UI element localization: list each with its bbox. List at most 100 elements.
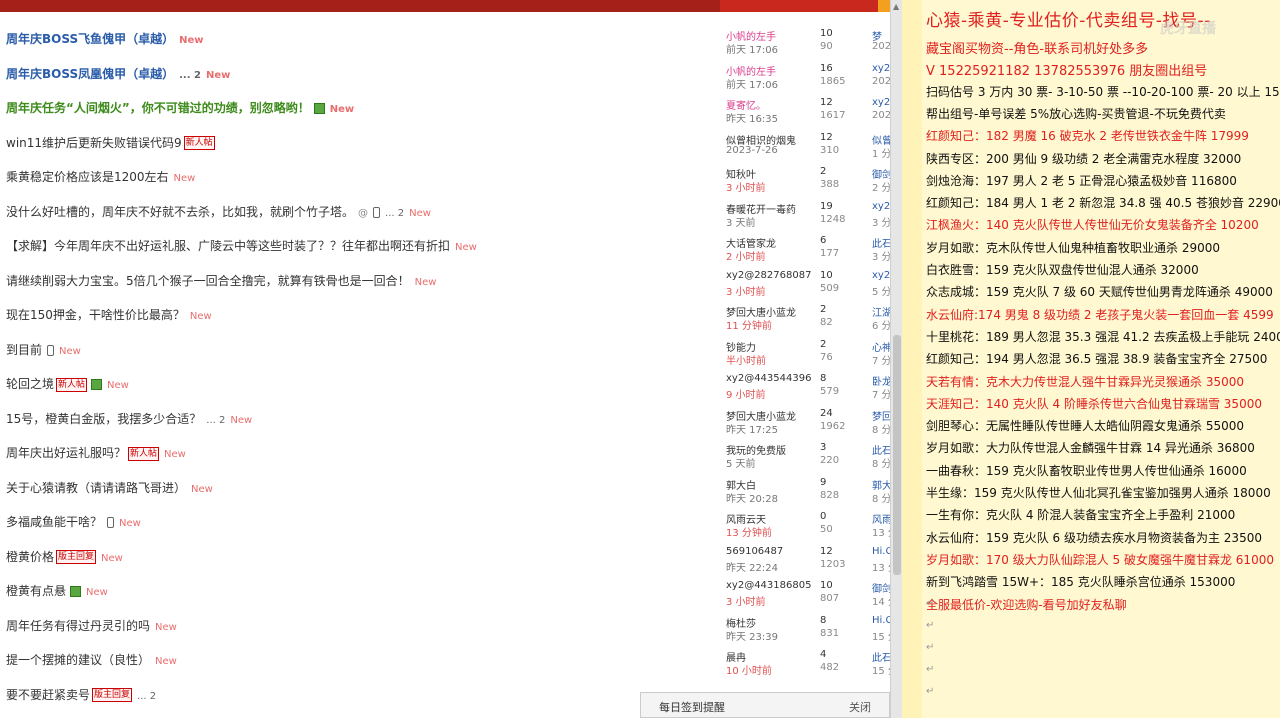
view-count: 831: [820, 627, 840, 639]
thread-title[interactable]: 现在150押金，干啥性价比最高？ New: [6, 306, 212, 323]
paragraph-mark: ↵: [926, 598, 935, 609]
thread-row[interactable]: 橙黄价格 版主回复 New 569106487 昨天 22:24 12 1203 Hi.C 13…: [0, 542, 890, 576]
thread-row[interactable]: 关于心猿请教（请请请路飞哥进） New 郭大白 昨天 20:28 9 828 郭大 8 分: [0, 473, 890, 507]
last-poster[interactable]: Hi.C: [872, 546, 890, 557]
thread-author[interactable]: 569106487: [726, 546, 814, 557]
thread-title[interactable]: 橙黄价格 版主回复 New: [6, 548, 123, 565]
last-poster[interactable]: Hi.C: [872, 615, 890, 626]
thread-pages[interactable]: ... 2: [385, 208, 404, 219]
thread-title[interactable]: 关于心猿请教（请请请路飞哥进） New: [6, 479, 213, 496]
view-count: 177: [820, 248, 840, 259]
thread-title-text[interactable]: 周年庆BOSS凤凰傀甲（卓越）: [6, 67, 174, 81]
thread-title-text[interactable]: 到目前: [6, 343, 42, 357]
thread-title-text[interactable]: 现在150押金，干啥性价比最高？: [6, 308, 185, 322]
forum-top-nav[interactable]: [0, 0, 890, 12]
thread-title[interactable]: win11维护后更新失败错误代码9 新人帖: [6, 134, 215, 151]
new-tag: New: [189, 311, 212, 322]
thread-row[interactable]: 周年庆BOSS飞鱼傀甲（卓越） New 小帆的左手 前天 17:06 10 90 梦 202: [0, 24, 890, 58]
thread-title[interactable]: 周年庆任务“人间烟火”，你不可错过的功绩，别忽略哟！ New: [6, 99, 354, 116]
thread-title-text[interactable]: 请继续削弱大力宝宝。5倍几个猴子一回合全撸完，就算有铁骨也是一回合！: [6, 274, 410, 288]
thread-row[interactable]: 轮回之境 新人帖 New xy2@443544396 9 小时前 8 579 卧龙 7 分: [0, 369, 890, 403]
thread-author[interactable]: xy2@443186805: [726, 580, 814, 591]
document-line: 岁月如歌：大力队传世混人金麟强牛甘霖 14 异光通杀 36800: [926, 441, 1255, 456]
thread-pages[interactable]: ... 2: [137, 691, 156, 702]
signin-label: 每日签到提醒: [659, 701, 725, 714]
view-count: 828: [820, 489, 840, 501]
thread-author[interactable]: xy2@443544396: [726, 373, 814, 384]
thread-title-text[interactable]: 15号，橙黄白金版，我摆多少合适？: [6, 412, 201, 426]
thread-row[interactable]: 周年庆出好运礼服吗？ 新人帖 New 我玩的免费版 5 天前 3 220 此石 8 分: [0, 438, 890, 472]
thread-title-text[interactable]: 周年庆BOSS飞鱼傀甲（卓越）: [6, 32, 174, 46]
thread-title-text[interactable]: 橙黄价格: [6, 550, 54, 564]
thread-author[interactable]: xy2@282768087: [726, 270, 814, 281]
reply-count: 12: [820, 131, 833, 143]
forum-scrollbar[interactable]: ▲: [890, 0, 902, 718]
thread-title[interactable]: 【求解】今年周年庆不出好运礼服、广陵云中等这些时装了？？往年都出啊还有折扣 New: [6, 237, 477, 254]
thread-row[interactable]: 橙黄有点悬Newxy2@4431868053 小时前10807御剑14 分: [0, 576, 890, 610]
thread-title[interactable]: 周年庆出好运礼服吗？ 新人帖 New: [6, 444, 186, 461]
thread-time: 2 小时前: [726, 252, 766, 263]
last-poster[interactable]: xy2: [872, 270, 890, 281]
thread-title-text[interactable]: 周年庆任务“人间烟火”，你不可错过的功绩，别忽略哟！: [6, 101, 310, 115]
new-tag: New: [409, 207, 431, 219]
thread-row[interactable]: 没什么好吐槽的，周年庆不好就不去杀，比如我，就刷个竹子塔。 @... 2 New 春暖…: [0, 197, 890, 231]
thread-title[interactable]: 到目前 New: [6, 341, 81, 358]
thread-row[interactable]: 现在150押金，干啥性价比最高？ New 梦回大唐小蓝龙 11 分钟前 2 82 江湖 6 分: [0, 300, 890, 334]
thread-title-text[interactable]: 没什么好吐槽的，周年庆不好就不去杀，比如我，就刷个竹子塔。: [6, 205, 354, 219]
thread-title[interactable]: 要不要赶紧卖号 版主回复 ... 2: [6, 686, 156, 703]
thread-title-text[interactable]: 多福咸鱼能干啥？: [6, 515, 102, 529]
thread-title[interactable]: 没什么好吐槽的，周年庆不好就不去杀，比如我，就刷个竹子塔。 @ ... 2 New: [6, 203, 431, 220]
reply-count: 0: [820, 511, 827, 522]
thread-title[interactable]: 请继续削弱大力宝宝。5倍几个猴子一回合全撸完，就算有铁骨也是一回合！ New: [6, 272, 436, 289]
document-line: 十里桃花：189 男人忽混 35.3 强混 41.2 去疾孟极上手能玩 2400…: [926, 329, 1280, 344]
thread-row[interactable]: 提一个摆摊的建议（良性）New晨冉10 小时前4482此石15 分: [0, 645, 890, 679]
scrollbar-thumb[interactable]: [893, 335, 901, 575]
thread-title-text[interactable]: 橙黄有点悬: [6, 584, 66, 598]
thread-row[interactable]: 请继续削弱大力宝宝。5倍几个猴子一回合全撸完，就算有铁骨也是一回合！ New xy2…: [0, 266, 890, 300]
thread-pages[interactable]: ... 2: [206, 415, 225, 426]
scroll-right-button[interactable]: [878, 0, 890, 12]
thread-title-text[interactable]: 轮回之境: [6, 377, 54, 391]
reply-count: 9: [820, 476, 827, 488]
reply-count: 2: [820, 166, 827, 177]
thread-title[interactable]: 轮回之境 新人帖 New: [6, 375, 129, 392]
paragraph-mark: ↵: [926, 686, 935, 697]
thread-title[interactable]: 多福咸鱼能干啥？ New: [6, 513, 141, 530]
thread-title-text[interactable]: 周年庆出好运礼服吗？: [6, 446, 126, 460]
thread-title-text[interactable]: 要不要赶紧卖号: [6, 688, 90, 702]
signin-close-button[interactable]: 关闭: [849, 699, 871, 715]
thread-title[interactable]: 周年庆BOSS飞鱼傀甲（卓越） New: [6, 30, 204, 47]
last-poster[interactable]: xy2: [872, 63, 890, 74]
thread-pages[interactable]: ... 2: [179, 70, 201, 81]
thread-time: 2023-7-26: [726, 144, 778, 156]
thread-title-text[interactable]: 周年任务有得过丹灵引的吗: [6, 619, 150, 633]
thread-row[interactable]: 多福咸鱼能干啥？New风雨云天13 分钟前050风雨13 分: [0, 507, 890, 541]
thread-row[interactable]: 乘黄稳定价格应该是1200左右 New 知秋叶 3 小时前 2 388 御剑 2 分: [0, 162, 890, 196]
thread-title[interactable]: 橙黄有点悬 New: [6, 582, 108, 599]
document-margin: [902, 0, 922, 718]
document-line: 红颜知己：184 男人 1 老 2 新忽混 34.8 强 40.5 苍狼妙音 2…: [926, 196, 1280, 211]
thread-title[interactable]: 15号，橙黄白金版，我摆多少合适？ ... 2 New: [6, 410, 252, 427]
thread-row[interactable]: 周年庆任务“人间烟火”，你不可错过的功绩，别忽略哟！ New 夏寄忆。 昨天 16:3…: [0, 93, 890, 127]
thread-row[interactable]: 周年庆BOSS凤凰傀甲（卓越）... 2 New 小帆的左手 前天 17:06 16 18…: [0, 59, 890, 93]
thread-title-text[interactable]: 乘黄稳定价格应该是1200左右: [6, 170, 169, 184]
thread-row[interactable]: 15号，橙黄白金版，我摆多少合适？... 2 New 梦回大唐小蓝龙 昨天 17:25…: [0, 404, 890, 438]
scroll-up-icon[interactable]: ▲: [893, 2, 899, 11]
thread-row[interactable]: win11维护后更新失败错误代码9 新人帖 似曾相识的烟鬼 2023-7-26 12 31…: [0, 128, 890, 162]
thread-title[interactable]: 乘黄稳定价格应该是1200左右 New: [6, 168, 195, 185]
thread-title-text[interactable]: 提一个摆摊的建议（良性）: [6, 653, 150, 667]
thread-title-text[interactable]: win11维护后更新失败错误代码9: [6, 136, 182, 150]
thread-time: 9 小时前: [726, 390, 766, 401]
thread-row[interactable]: 到目前 New 钞能力 半小时前 2 76 心神 7 分: [0, 335, 890, 369]
thread-title[interactable]: 周年庆BOSS凤凰傀甲（卓越） ... 2 New: [6, 65, 230, 82]
last-poster[interactable]: xy2: [872, 201, 890, 212]
thread-title-text[interactable]: 【求解】今年周年庆不出好运礼服、广陵云中等这些时装了？？往年都出啊还有折扣: [6, 239, 450, 253]
thread-title-text[interactable]: 关于心猿请教（请请请路飞哥进）: [6, 481, 186, 495]
last-post-time: 6 分: [872, 321, 890, 332]
last-poster[interactable]: xy2: [872, 97, 890, 108]
thread-title[interactable]: 周年任务有得过丹灵引的吗 New: [6, 617, 177, 634]
thread-row[interactable]: 周年任务有得过丹灵引的吗New梅杜莎昨天 23:398831Hi.C15 分: [0, 611, 890, 645]
thread-row[interactable]: 【求解】今年周年庆不出好运礼服、广陵云中等这些时装了？？往年都出啊还有折扣 New…: [0, 231, 890, 265]
thread-title[interactable]: 提一个摆摊的建议（良性） New: [6, 651, 177, 668]
reply-count: 12: [820, 545, 833, 557]
